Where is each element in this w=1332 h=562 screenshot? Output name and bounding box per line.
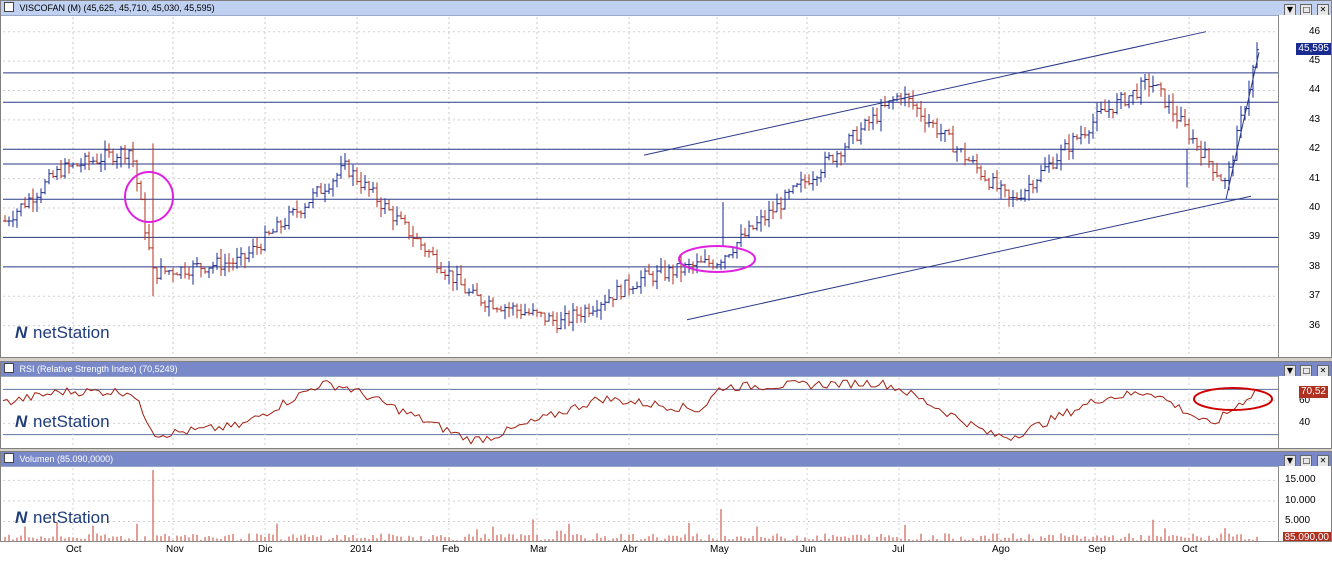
price-tick-label: 36 xyxy=(1309,319,1321,331)
x-axis-tick-label: May xyxy=(710,544,729,555)
netstation-logo: N netStation xyxy=(15,323,110,343)
highlight-circle xyxy=(124,171,174,223)
price-tick-label: 46 xyxy=(1309,25,1321,37)
x-axis-tick-label: Oct xyxy=(1182,544,1198,555)
upper-trend-line xyxy=(643,31,1207,156)
x-axis-tick-label: Mar xyxy=(530,544,548,555)
x-axis-tick-label: 2014 xyxy=(350,544,373,555)
rsi-chart[interactable] xyxy=(1,362,1281,449)
price-tick-label: 45 xyxy=(1309,55,1321,67)
rsi-last-value-tag: 70,52 xyxy=(1298,386,1328,398)
rsi-window-buttons: ▼ □ ✕ xyxy=(1282,363,1329,377)
price-tick-label: 39 xyxy=(1309,231,1321,243)
price-tick-label: 42 xyxy=(1309,143,1321,155)
x-axis-tick-label: Jun xyxy=(800,544,817,555)
x-axis-tick-label: Nov xyxy=(166,544,184,555)
volume-scale[interactable]: 15.000 10.000 5.000 xyxy=(1278,466,1331,541)
price-tick-label: 41 xyxy=(1309,172,1321,184)
price-tick-label: 43 xyxy=(1309,113,1321,125)
price-tick-label: 44 xyxy=(1309,84,1321,96)
volume-panel: Volumen (85.090,0000) ▼ □ ✕ 15.000 10.000… xyxy=(0,451,1332,542)
x-axis-tick-label: Jul xyxy=(892,544,905,555)
price-scale[interactable]: 46 45 44 43 42 41 40 39 38 37 36 xyxy=(1278,15,1331,357)
x-axis-tick-label: Sep xyxy=(1088,544,1106,555)
x-axis[interactable]: Oct Nov Dic 2014 Feb Mar Abr May Jun Jul Ago Sep Oct xyxy=(0,541,1332,562)
netstation-logo-text: netStation xyxy=(33,323,110,342)
x-axis-tick-label: Dic xyxy=(258,544,273,555)
netstation-logo: N netStation xyxy=(15,412,110,432)
x-axis-tick-label: Ago xyxy=(992,544,1010,555)
x-axis-tick-label: Oct xyxy=(66,544,82,555)
netstation-n-icon: N xyxy=(15,508,28,527)
netstation-logo-text: netStation xyxy=(33,508,110,527)
rsi-panel: RSI (Relative Strength Index) (70,5249) … xyxy=(0,361,1332,449)
x-axis-tick-label: Feb xyxy=(442,544,460,555)
price-tick-label: 40 xyxy=(1309,202,1321,214)
volume-tick-label: 10.000 xyxy=(1285,494,1316,506)
netstation-n-icon: N xyxy=(15,323,28,342)
steep-trend-line xyxy=(1225,52,1260,200)
price-window-buttons: ▼ □ ✕ xyxy=(1282,2,1329,16)
last-price-tag: 45,595 xyxy=(1296,43,1331,55)
netstation-logo: N netStation xyxy=(15,508,110,528)
netstation-n-icon: N xyxy=(15,412,28,431)
rsi-highlight-ellipse xyxy=(1193,387,1273,411)
netstation-logo-text: netStation xyxy=(33,412,110,431)
price-panel: VISCOFAN (M) (45,625, 45,710, 45,030, 45… xyxy=(0,0,1332,358)
price-tick-label: 37 xyxy=(1309,290,1321,302)
price-tick-label: 38 xyxy=(1309,260,1321,272)
lower-trend-line xyxy=(686,195,1252,321)
volume-chart[interactable] xyxy=(1,452,1281,542)
volume-tick-label: 15.000 xyxy=(1285,474,1316,486)
rsi-tick-label: 40 xyxy=(1299,417,1311,429)
volume-tick-label: 5.000 xyxy=(1285,515,1311,527)
x-axis-tick-label: Abr xyxy=(622,544,638,555)
volume-window-buttons: ▼ □ ✕ xyxy=(1282,453,1329,467)
price-chart[interactable] xyxy=(1,1,1281,358)
